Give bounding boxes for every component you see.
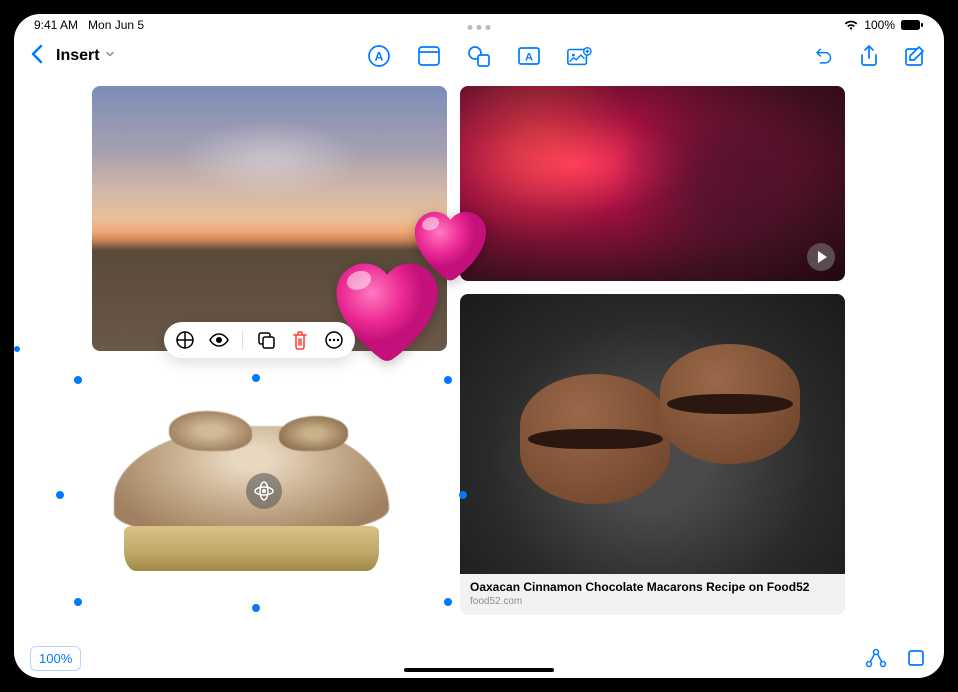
selection-handle[interactable] — [56, 491, 64, 499]
wifi-icon — [843, 19, 859, 31]
media-button[interactable] — [566, 44, 592, 68]
context-toolbar — [164, 322, 355, 358]
text-box-button[interactable]: A — [516, 44, 542, 68]
macaron-shape — [660, 344, 800, 464]
status-bar: 9:41 AM Mon Jun 5 100% — [14, 14, 944, 36]
link-title: Oaxacan Cinnamon Chocolate Macarons Reci… — [470, 580, 835, 594]
battery-percent: 100% — [864, 18, 895, 32]
connections-icon[interactable] — [864, 646, 888, 670]
ipad-frame: 9:41 AM Mon Jun 5 100% Insert — [0, 0, 958, 692]
macaron-shape — [520, 374, 670, 504]
object-pie-3d[interactable] — [74, 376, 454, 606]
canvas-edge-handle[interactable] — [14, 346, 20, 352]
delete-icon[interactable] — [289, 329, 311, 351]
status-time: 9:41 AM — [34, 18, 78, 32]
adjust-icon[interactable] — [174, 329, 196, 351]
shapes-button[interactable] — [466, 44, 492, 68]
svg-text:A: A — [525, 52, 533, 64]
selection-handle[interactable] — [444, 376, 452, 384]
selection-handle[interactable] — [252, 374, 260, 382]
multitask-indicator[interactable] — [468, 25, 491, 30]
play-button[interactable] — [807, 243, 835, 271]
undo-button[interactable] — [810, 44, 836, 68]
link-preview-card[interactable]: Oaxacan Cinnamon Chocolate Macarons Reci… — [460, 574, 845, 615]
selection-handle[interactable] — [74, 376, 82, 384]
board-title: Insert — [56, 47, 100, 65]
divider — [242, 330, 243, 350]
app-toolbar: Insert A A — [14, 36, 944, 76]
zoom-button[interactable]: 100% — [30, 646, 81, 671]
note-button[interactable] — [416, 44, 442, 68]
fit-icon[interactable] — [904, 646, 928, 670]
canvas[interactable]: Oaxacan Cinnamon Chocolate Macarons Reci… — [14, 76, 944, 638]
bottom-bar: 100% — [14, 638, 944, 678]
back-button[interactable] — [30, 44, 44, 69]
selection-handle[interactable] — [444, 598, 452, 606]
text-style-button[interactable]: A — [366, 44, 392, 68]
photo-macarons[interactable] — [460, 294, 845, 574]
board-title-button[interactable]: Insert — [56, 47, 116, 65]
zoom-label: 100% — [39, 651, 72, 666]
view-icon[interactable] — [208, 329, 230, 351]
selection-handle[interactable] — [74, 598, 82, 606]
selection-handle[interactable] — [459, 491, 467, 499]
link-domain: food52.com — [470, 596, 835, 607]
pie-crust — [124, 526, 379, 571]
more-icon[interactable] — [323, 329, 345, 351]
share-button[interactable] — [856, 44, 882, 68]
svg-text:A: A — [375, 50, 384, 64]
compose-button[interactable] — [902, 44, 928, 68]
home-indicator[interactable] — [404, 668, 554, 672]
duplicate-icon[interactable] — [255, 329, 277, 351]
selection-handle[interactable] — [252, 604, 260, 612]
status-date: Mon Jun 5 — [88, 18, 144, 32]
chevron-down-icon — [104, 47, 116, 65]
video-party[interactable] — [460, 86, 845, 281]
screen: 9:41 AM Mon Jun 5 100% Insert — [14, 14, 944, 678]
battery-icon — [900, 19, 924, 31]
rotate-3d-icon[interactable] — [246, 473, 282, 509]
